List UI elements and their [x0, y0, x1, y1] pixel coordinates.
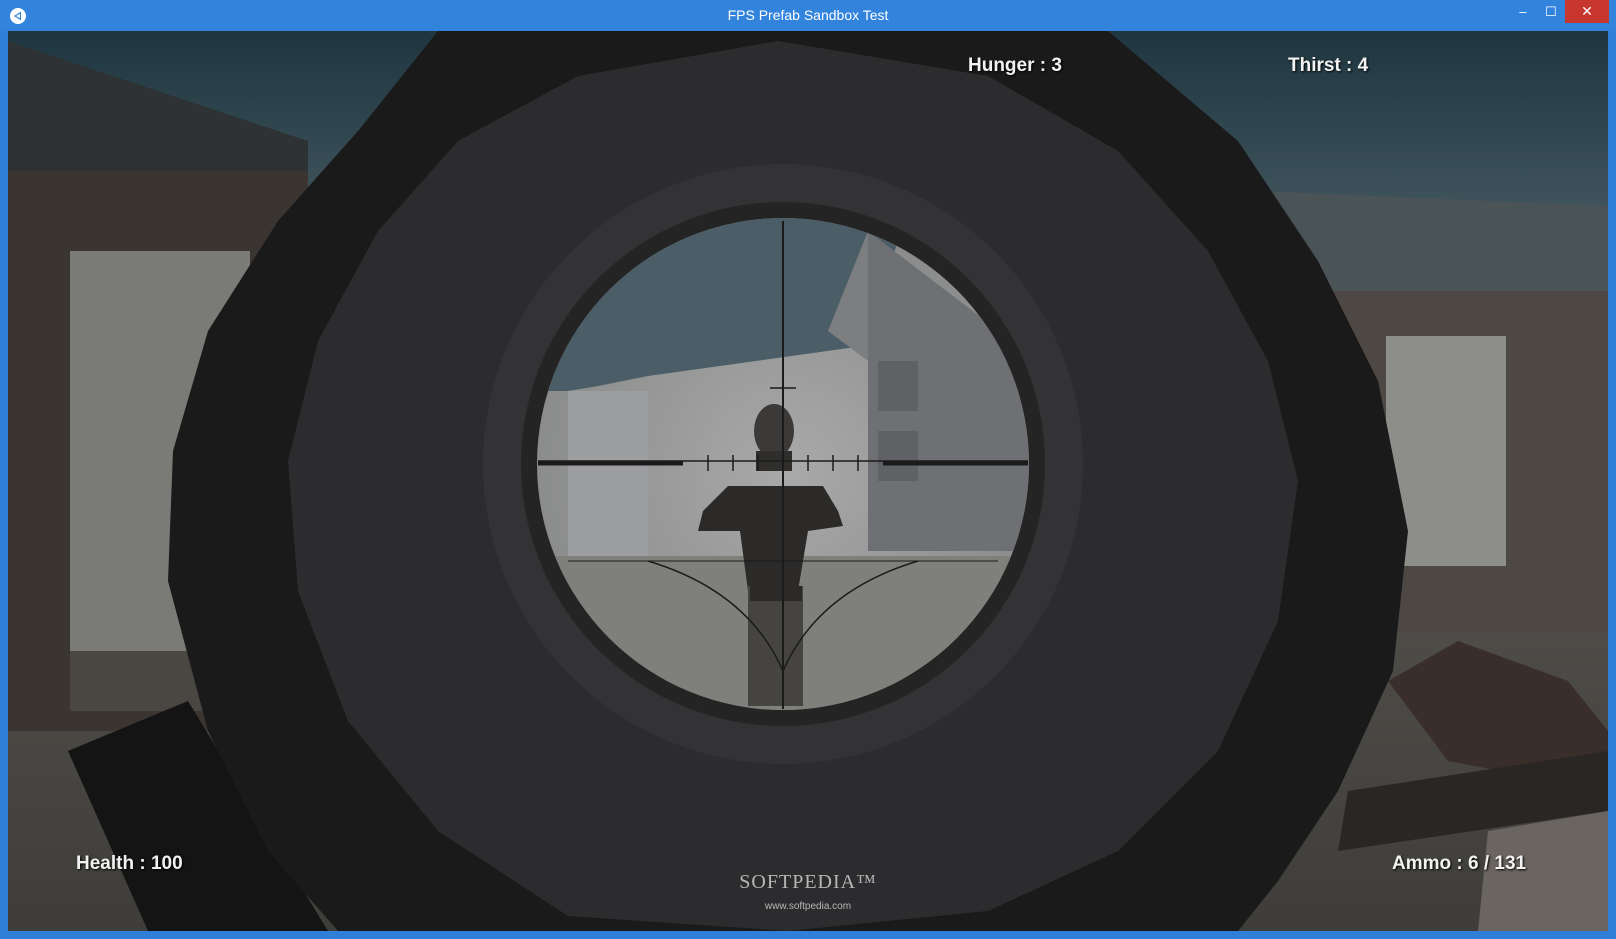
game-window: FPS Prefab Sandbox Test – ☐ ✕ Hunger: 3…: [0, 0, 1616, 939]
window-title: FPS Prefab Sandbox Test: [727, 7, 889, 23]
softpedia-url: www.softpedia.com: [764, 901, 852, 912]
maximize-button[interactable]: ☐: [1537, 0, 1565, 23]
hunger-stat: Hunger : 3: [968, 55, 1062, 76]
ammo-counter: Ammo : 6 / 131: [1392, 853, 1527, 874]
scene-graphics: [8, 31, 1608, 931]
health-stat: Health : 100: [76, 853, 183, 874]
thirst-stat: Thirst : 4: [1288, 55, 1369, 76]
title-bar[interactable]: FPS Prefab Sandbox Test – ☐ ✕: [0, 0, 1616, 31]
game-viewport[interactable]: Hunger : 3 Thirst : 4 Health : 100 Ammo …: [8, 31, 1608, 931]
close-button[interactable]: ✕: [1565, 0, 1609, 23]
softpedia-watermark: SOFTPEDIA™: [739, 871, 877, 893]
minimize-button[interactable]: –: [1509, 0, 1537, 23]
